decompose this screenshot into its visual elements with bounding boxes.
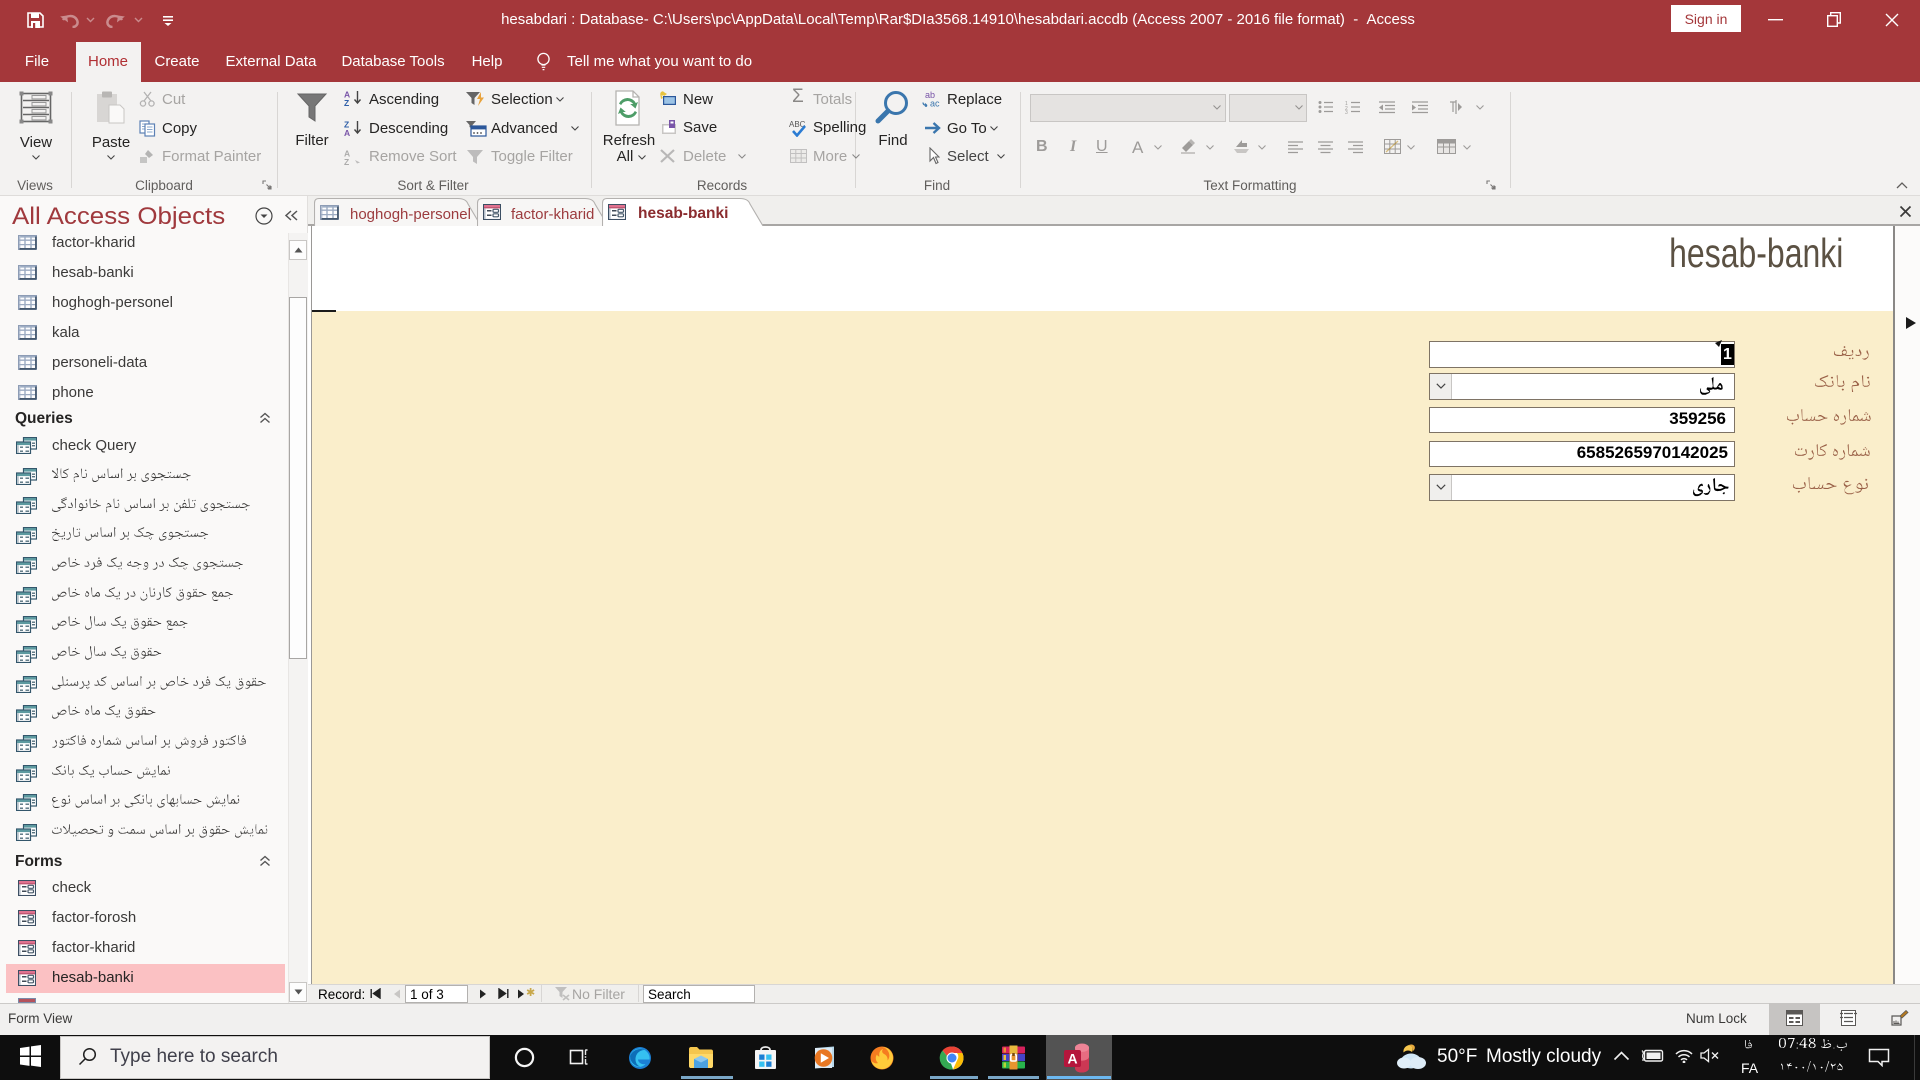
svg-text:3: 3 [1345, 110, 1348, 114]
svg-text:A: A [344, 128, 350, 136]
svg-text:ac: ac [930, 99, 940, 108]
svg-text:Z: Z [344, 98, 349, 106]
svg-text:A: A [1067, 1051, 1077, 1067]
svg-text:Z: Z [344, 157, 349, 165]
